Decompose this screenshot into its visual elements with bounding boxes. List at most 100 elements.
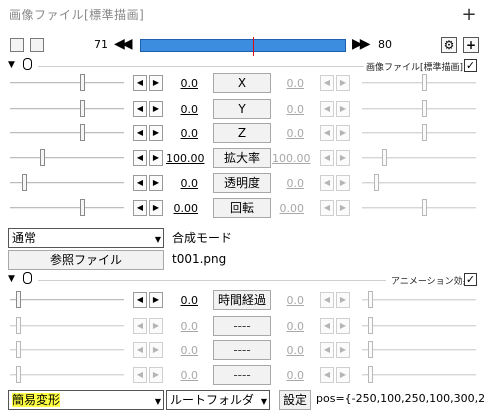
- settings-button[interactable]: 設定: [279, 390, 311, 410]
- decrement-button[interactable]: ◀: [133, 101, 147, 117]
- chevron-down-icon: ▼: [260, 397, 267, 406]
- anim-param-button[interactable]: 時間経過: [213, 290, 271, 310]
- param-slider-left[interactable]: [10, 123, 124, 143]
- decrement-button[interactable]: ◀: [133, 75, 147, 91]
- window-title: 画像ファイル[標準描画]: [9, 8, 145, 22]
- rewind-button[interactable]: ◀◀: [114, 36, 132, 52]
- file-name: t001.png: [172, 252, 227, 266]
- chevron-down-icon: ▼: [154, 397, 161, 406]
- param-value-left[interactable]: 0.00: [166, 202, 199, 215]
- decrement-button[interactable]: ◀: [133, 150, 147, 166]
- param-value-left[interactable]: 0.0: [166, 127, 199, 140]
- section-enable-checkbox[interactable]: ✓: [464, 273, 477, 286]
- param-value-left[interactable]: 0.0: [166, 77, 199, 90]
- increment-button: ▶: [149, 367, 163, 383]
- timeline-bar[interactable]: [140, 37, 346, 56]
- param-slider-left[interactable]: [10, 173, 124, 193]
- increment-button[interactable]: ▶: [149, 175, 163, 191]
- section-divider: [38, 66, 364, 67]
- timeline-cursor[interactable]: [253, 37, 254, 56]
- anim-value-left: 0.0: [180, 320, 199, 333]
- param-slider-right: [362, 123, 476, 143]
- anim-param-button[interactable]: ----: [213, 365, 271, 385]
- blend-mode-select[interactable]: 通常 ▼: [8, 228, 164, 248]
- increment-button: ▶: [336, 318, 350, 334]
- decrement-button: ◀: [320, 318, 334, 334]
- param-slider-left[interactable]: [10, 148, 124, 168]
- link-button[interactable]: ⚙: [441, 37, 457, 53]
- param-button[interactable]: Y: [213, 99, 271, 119]
- mouse-icon: [23, 272, 32, 284]
- decrement-button: ◀: [133, 318, 147, 334]
- anim-param-button[interactable]: ----: [213, 316, 271, 336]
- decrement-button[interactable]: ◀: [133, 200, 147, 216]
- folder-select[interactable]: ルートフォルダ ▼: [166, 390, 270, 410]
- anim-value-right: 0.0: [286, 294, 305, 307]
- param-slider-left[interactable]: [10, 198, 124, 218]
- section-enable-checkbox[interactable]: ✓: [464, 59, 477, 72]
- param-slider-right: [362, 173, 476, 193]
- increment-button[interactable]: ▶: [149, 200, 163, 216]
- decrement-button: ◀: [320, 125, 334, 141]
- video-icon[interactable]: [10, 38, 24, 52]
- decrement-button: ◀: [320, 75, 334, 91]
- anim-slider-left: [10, 316, 124, 336]
- decrement-button: ◀: [320, 150, 334, 166]
- increment-button: ▶: [336, 150, 350, 166]
- browse-file-button[interactable]: 参照ファイル: [8, 250, 164, 270]
- param-value-right: 0.0: [286, 103, 305, 116]
- anim-slider-right: [362, 365, 476, 385]
- anim-slider-left[interactable]: [10, 290, 124, 310]
- param-value-left[interactable]: 100.00: [166, 152, 205, 165]
- param-value-right: 0.0: [286, 127, 305, 140]
- increment-button[interactable]: ▶: [149, 101, 163, 117]
- anim-slider-right: [362, 290, 476, 310]
- param-value-left[interactable]: 0.0: [166, 177, 199, 190]
- increment-button[interactable]: ▶: [149, 292, 163, 308]
- collapse-triangle-icon[interactable]: ▼: [8, 274, 15, 284]
- param-slider-left[interactable]: [10, 73, 124, 93]
- param-button[interactable]: Z: [213, 123, 271, 143]
- increment-button: ▶: [336, 200, 350, 216]
- section-divider: [38, 280, 386, 281]
- decrement-button: ◀: [320, 292, 334, 308]
- increment-button: ▶: [336, 101, 350, 117]
- decrement-button[interactable]: ◀: [133, 292, 147, 308]
- anim-param-button[interactable]: ----: [213, 340, 271, 360]
- param-button[interactable]: 回転: [213, 198, 271, 218]
- anim-value-left[interactable]: 0.0: [166, 294, 199, 307]
- param-slider-right: [362, 198, 476, 218]
- collapse-triangle-icon[interactable]: ▼: [8, 60, 15, 70]
- decrement-button[interactable]: ◀: [133, 125, 147, 141]
- decrement-button: ◀: [320, 175, 334, 191]
- param-value-left[interactable]: 0.0: [166, 103, 199, 116]
- increment-button: ▶: [336, 125, 350, 141]
- anim-value-right: 0.0: [286, 320, 305, 333]
- param-button[interactable]: 透明度: [213, 173, 271, 193]
- param-slider-right: [362, 99, 476, 119]
- chevron-down-icon: ▼: [154, 235, 161, 244]
- param-value-right: 0.0: [286, 177, 305, 190]
- add-button[interactable]: +: [463, 37, 479, 53]
- anim-value-right: 0.0: [286, 369, 305, 382]
- param-button[interactable]: 拡大率: [213, 148, 271, 168]
- increment-button[interactable]: ▶: [149, 75, 163, 91]
- decrement-button: ◀: [320, 342, 334, 358]
- decrement-button: ◀: [133, 367, 147, 383]
- close-button[interactable]: +: [452, 0, 486, 28]
- increment-button: ▶: [336, 175, 350, 191]
- increment-button[interactable]: ▶: [149, 150, 163, 166]
- param-slider-right: [362, 73, 476, 93]
- param-slider-left[interactable]: [10, 99, 124, 119]
- forward-button[interactable]: ▶▶: [352, 36, 370, 52]
- anim-slider-left: [10, 340, 124, 360]
- mouse-icon: [23, 58, 32, 70]
- image-icon[interactable]: [30, 38, 44, 52]
- anim-value-left: 0.0: [180, 369, 199, 382]
- decrement-button[interactable]: ◀: [133, 175, 147, 191]
- increment-button: ▶: [336, 367, 350, 383]
- increment-button[interactable]: ▶: [149, 125, 163, 141]
- decrement-button: ◀: [320, 200, 334, 216]
- effect-type-select[interactable]: 簡易変形 ▼: [8, 390, 164, 410]
- param-button[interactable]: X: [213, 73, 271, 93]
